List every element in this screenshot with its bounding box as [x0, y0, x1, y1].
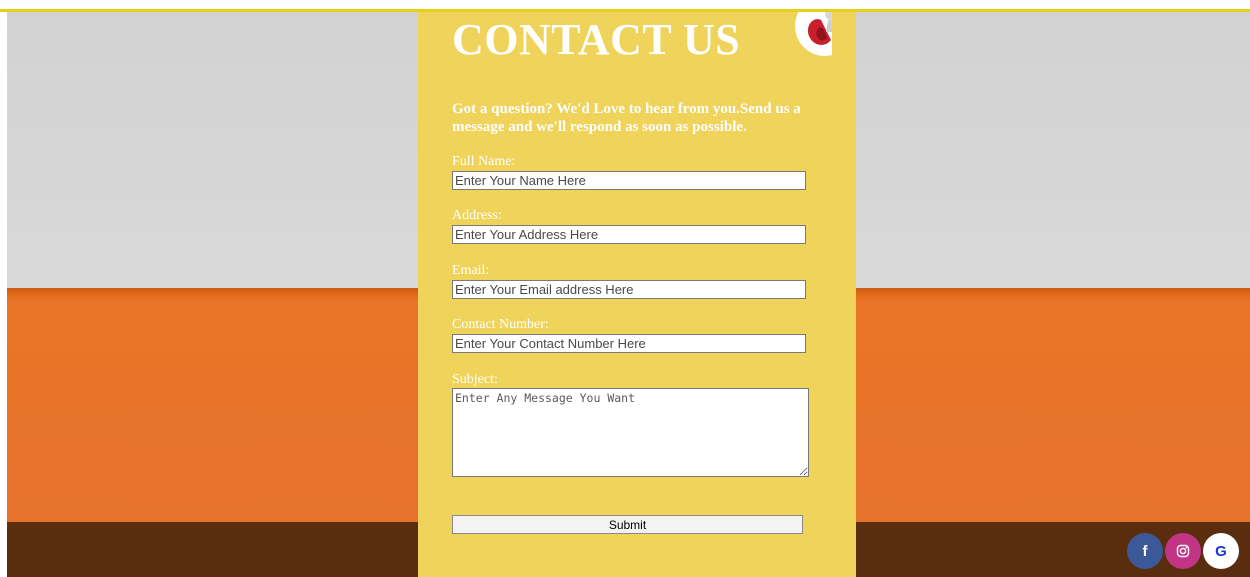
google-icon: G	[1215, 542, 1227, 560]
address-field[interactable]	[452, 225, 806, 244]
subject-label: Subject:	[452, 372, 498, 387]
facebook-icon: f	[1142, 542, 1148, 560]
intro-text: Got a question? We'd Love to hear from y…	[452, 101, 801, 135]
address-label: Address:	[452, 208, 502, 223]
contact-number-field[interactable]	[452, 334, 806, 353]
google-link[interactable]: G	[1203, 533, 1239, 569]
submit-button[interactable]: Submit	[452, 515, 803, 534]
phone-mascot-icon	[807, 12, 832, 45]
instagram-icon	[1176, 544, 1190, 558]
page-title: CONTACT US	[452, 15, 741, 64]
email-field[interactable]	[452, 280, 806, 299]
contact-number-label: Contact Number:	[452, 317, 549, 332]
title-row: CONTACT US	[452, 12, 832, 66]
instagram-link[interactable]	[1165, 533, 1201, 569]
contact-page: CONTACT US Got a question? We'd Love to …	[0, 0, 1250, 577]
facebook-link[interactable]: f	[1127, 533, 1163, 569]
full-name-label: Full Name:	[452, 154, 516, 169]
full-name-field[interactable]	[452, 171, 806, 190]
left-edge	[0, 12, 7, 577]
contact-form-panel: CONTACT US Got a question? We'd Love to …	[418, 12, 856, 577]
contact-logo	[795, 12, 832, 56]
subject-textarea[interactable]	[452, 388, 809, 477]
email-label: Email:	[452, 263, 490, 278]
